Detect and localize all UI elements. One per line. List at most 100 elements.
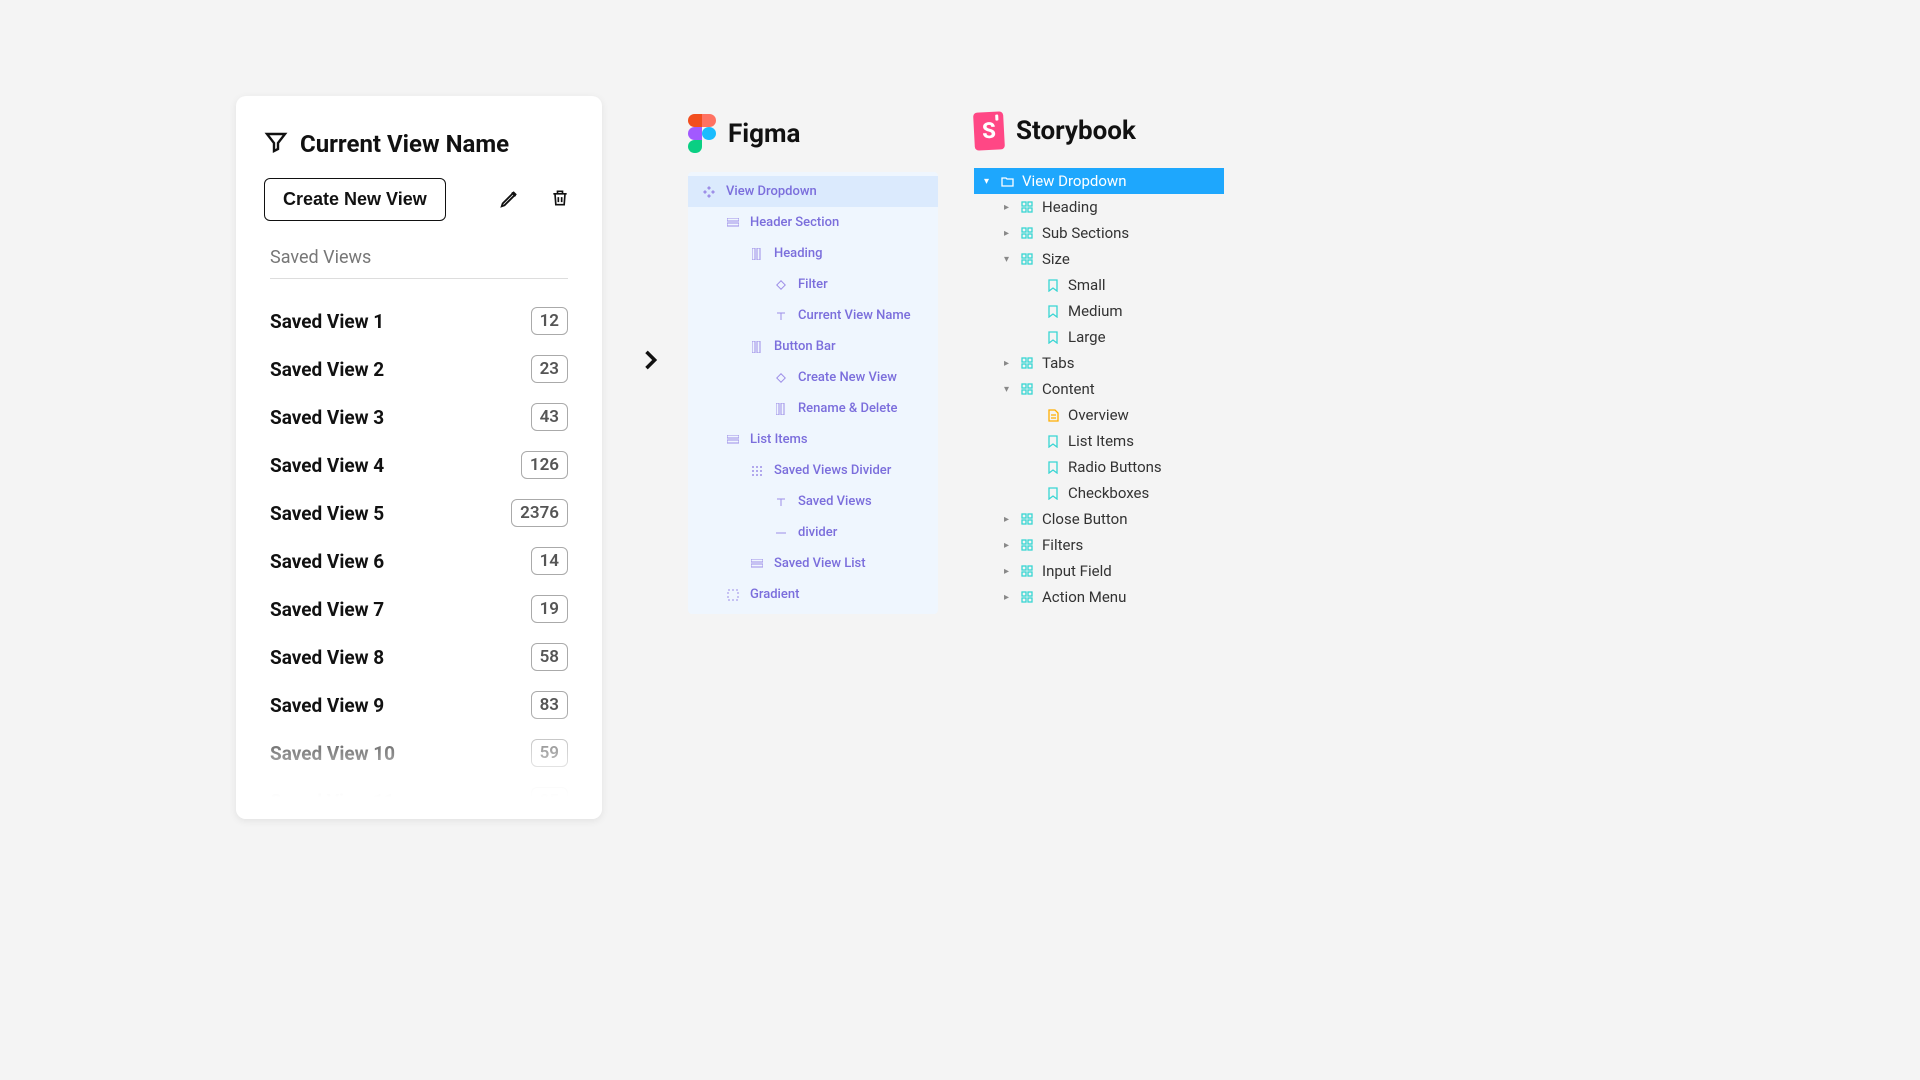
- storybook-tree-row[interactable]: ▸ Filters: [974, 532, 1224, 558]
- rename-button[interactable]: [496, 186, 524, 214]
- storybook-tree-label: Heading: [1042, 198, 1098, 216]
- saved-view-row[interactable]: Saved View 343: [264, 393, 574, 441]
- component-icon: [1020, 252, 1034, 266]
- saved-view-name: Saved View 2: [270, 358, 384, 381]
- figma-layer-label: Header Section: [750, 215, 839, 230]
- figma-layer-row[interactable]: Filter: [688, 269, 938, 300]
- saved-view-row[interactable]: Saved View 223: [264, 345, 574, 393]
- story-icon: [1046, 304, 1060, 318]
- saved-view-name: Saved View 6: [270, 550, 384, 573]
- storybook-tree-row[interactable]: ▾ Size: [974, 246, 1224, 272]
- folder-icon: [1000, 174, 1014, 188]
- saved-view-name: Saved View 3: [270, 406, 384, 429]
- saved-view-row[interactable]: Saved View 1059: [264, 729, 574, 777]
- figma-layer-row[interactable]: Saved View List: [688, 548, 938, 579]
- storybook-header: S Storybook: [974, 112, 1224, 150]
- saved-view-row[interactable]: Saved View 1195: [264, 777, 574, 819]
- saved-view-row[interactable]: Saved View 9 83: [264, 681, 574, 729]
- storybook-tree-row[interactable]: Medium: [974, 298, 1224, 324]
- component-icon: [1020, 382, 1034, 396]
- storybook-tree-row[interactable]: ▸Tabs: [974, 350, 1224, 376]
- frame-h-icon: [726, 433, 740, 447]
- storybook-tree-label: Close Button: [1042, 510, 1128, 528]
- figma-layer-label: Button Bar: [774, 339, 836, 354]
- component-icon: [1020, 538, 1034, 552]
- saved-view-row[interactable]: Saved View 8 58: [264, 633, 574, 681]
- figma-layer-row[interactable]: List Items: [688, 424, 938, 455]
- storybook-tree-row[interactable]: ▸ Heading: [974, 194, 1224, 220]
- storybook-title: Storybook: [1016, 116, 1136, 146]
- figma-layer-row[interactable]: divider: [688, 517, 938, 548]
- storybook-tree-label: Tabs: [1042, 354, 1074, 372]
- figma-layer-row[interactable]: Current View Name: [688, 300, 938, 331]
- story-icon: [1046, 486, 1060, 500]
- caret-icon: ▸: [1004, 228, 1012, 239]
- caret-icon: ▾: [1004, 254, 1012, 265]
- figma-layer-row[interactable]: Rename & Delete: [688, 393, 938, 424]
- create-new-view-button[interactable]: Create New View: [264, 178, 446, 221]
- storybook-tree-row[interactable]: Radio Buttons: [974, 454, 1224, 480]
- storybook-tree-label: Large: [1068, 328, 1106, 346]
- figma-layer-label: Saved View List: [774, 556, 866, 571]
- saved-view-count: 58: [531, 643, 568, 671]
- figma-layer-row[interactable]: Saved Views: [688, 486, 938, 517]
- saved-view-row[interactable]: Saved View 4126: [264, 441, 574, 489]
- storybook-tree-row[interactable]: List Items: [974, 428, 1224, 454]
- figma-layer-label: Gradient: [750, 587, 799, 602]
- figma-layer-row[interactable]: Heading: [688, 238, 938, 269]
- saved-view-name: Saved View 9: [270, 694, 384, 717]
- storybook-tree-label: Size: [1042, 250, 1070, 268]
- storybook-tree-label: Content: [1042, 380, 1095, 398]
- saved-view-name: Saved View 7: [270, 598, 384, 621]
- line-icon: [774, 526, 788, 540]
- storybook-tree-label: Small: [1068, 276, 1106, 294]
- figma-layer-label: Saved Views Divider: [774, 463, 891, 478]
- storybook-tree-row[interactable]: Large: [974, 324, 1224, 350]
- diamond-icon: [774, 278, 788, 292]
- saved-view-name: Saved View 11: [270, 790, 395, 813]
- figma-layer-label: List Items: [750, 432, 808, 447]
- caret-icon: ▸: [1004, 540, 1012, 551]
- saved-view-name: Saved View 8: [270, 646, 384, 669]
- storybook-tree-row[interactable]: ▸ Sub Sections: [974, 220, 1224, 246]
- storybook-tree-label: Sub Sections: [1042, 224, 1129, 242]
- figma-layer-row[interactable]: Button Bar: [688, 331, 938, 362]
- figma-layer-row[interactable]: Gradient: [688, 579, 938, 610]
- button-bar: Create New View: [264, 178, 574, 221]
- caret-icon: ▸: [1004, 592, 1012, 603]
- storybook-tree-row[interactable]: ▾Content: [974, 376, 1224, 402]
- component-icon: [1020, 356, 1034, 370]
- frame-v-icon: [750, 340, 764, 354]
- saved-view-row[interactable]: Saved View 52376: [264, 489, 574, 537]
- storybook-tree-row[interactable]: ▸Close Button: [974, 506, 1224, 532]
- saved-view-row[interactable]: Saved View 719: [264, 585, 574, 633]
- figma-layer-tree: View Dropdown Header Section Heading Filter…: [688, 172, 938, 614]
- figma-layer-label: Rename & Delete: [798, 401, 898, 416]
- saved-view-count: 83: [531, 691, 568, 719]
- figma-layer-label: Heading: [774, 246, 822, 261]
- storybook-tree-row[interactable]: ▾View Dropdown: [974, 168, 1224, 194]
- caret-icon: ▸: [1004, 202, 1012, 213]
- storybook-tree-row[interactable]: ▸ Action Menu: [974, 584, 1224, 610]
- saved-view-name: Saved View 4: [270, 454, 384, 477]
- saved-view-name: Saved View 5: [270, 502, 384, 525]
- saved-view-row[interactable]: Saved View 112: [264, 297, 574, 345]
- chevron-right-icon: [636, 346, 664, 374]
- storybook-tree-label: Action Menu: [1042, 588, 1126, 606]
- storybook-tree-label: Filters: [1042, 536, 1083, 554]
- saved-view-row[interactable]: Saved View 614: [264, 537, 574, 585]
- caret-icon: ▾: [984, 176, 992, 187]
- storybook-tree-row[interactable]: Small: [974, 272, 1224, 298]
- figma-layer-row[interactable]: Header Section: [688, 207, 938, 238]
- storybook-tree-row[interactable]: ▸Input Field: [974, 558, 1224, 584]
- storybook-tree-row[interactable]: Overview: [974, 402, 1224, 428]
- delete-button[interactable]: [546, 186, 574, 214]
- storybook-tree-label: List Items: [1068, 432, 1134, 450]
- storybook-tree-row[interactable]: Checkboxes: [974, 480, 1224, 506]
- figma-layer-row[interactable]: Saved Views Divider: [688, 455, 938, 486]
- text-icon: [774, 495, 788, 509]
- figma-layer-row[interactable]: Create New View: [688, 362, 938, 393]
- view-heading: Current View Name: [264, 130, 574, 158]
- storybook-panel: S Storybook ▾View Dropdown ▸ Heading ▸ Sub S…: [974, 112, 1224, 610]
- figma-layer-row[interactable]: View Dropdown: [688, 176, 938, 207]
